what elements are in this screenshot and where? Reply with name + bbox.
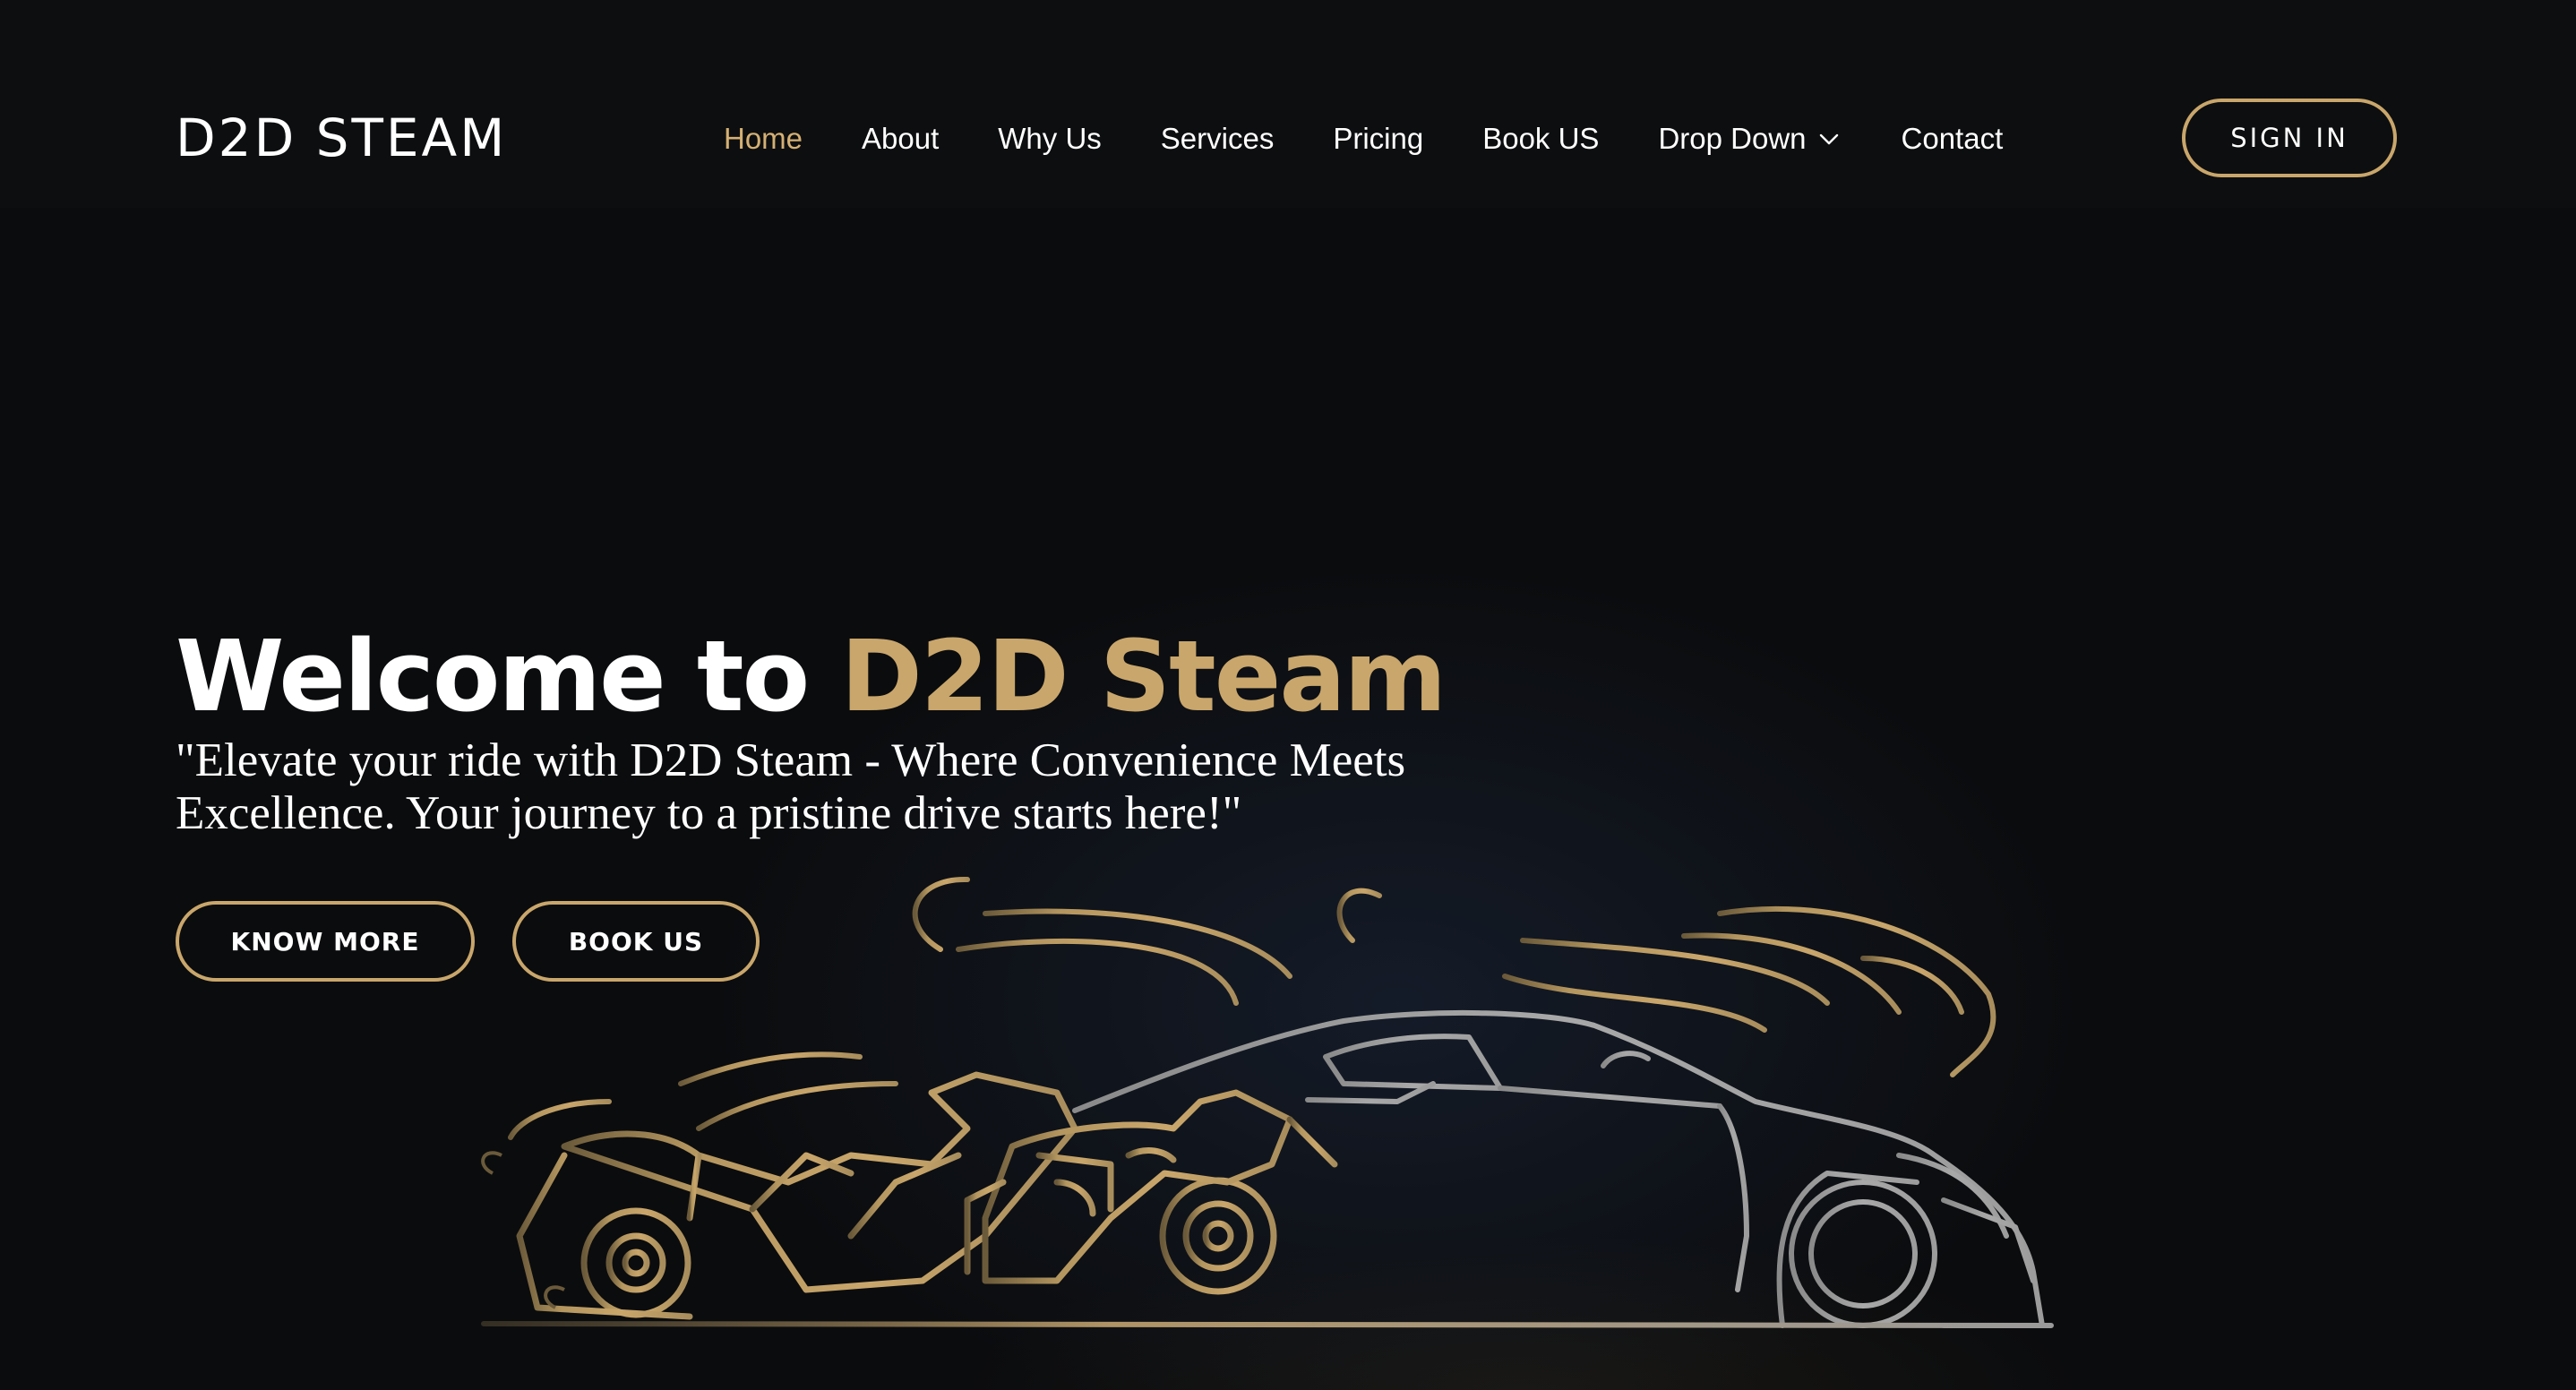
nav-services[interactable]: Services bbox=[1161, 122, 1275, 156]
nav-contact-label: Contact bbox=[1901, 122, 2004, 155]
nav-pricing-label: Pricing bbox=[1333, 122, 1424, 155]
nav-why-us-label: Why Us bbox=[998, 122, 1102, 155]
nav-services-label: Services bbox=[1160, 122, 1275, 155]
sign-in-button[interactable]: SIGN IN bbox=[2182, 99, 2397, 177]
nav-drop-down[interactable]: Drop Down bbox=[1658, 122, 1842, 156]
nav-home[interactable]: Home bbox=[724, 122, 803, 156]
hero-subtitle: "Elevate your ride with D2D Steam - Wher… bbox=[176, 734, 1406, 839]
site-header: D2D STEAM Home About Why Us Services Pri… bbox=[0, 0, 2576, 208]
nav-book-us-label: Book US bbox=[1482, 122, 1600, 155]
chevron-down-icon bbox=[1819, 133, 1838, 145]
main-nav: Home About Why Us Services Pricing Book … bbox=[724, 116, 2003, 161]
motorcycle-car-illustration bbox=[481, 876, 2054, 1328]
nav-contact[interactable]: Contact bbox=[1902, 122, 2004, 156]
hero-title-prefix: Welcome to bbox=[176, 619, 841, 734]
hero-title-highlight: D2D Steam bbox=[840, 619, 1447, 734]
hero-title: Welcome to D2D Steam bbox=[176, 618, 1447, 734]
nav-book-us[interactable]: Book US bbox=[1482, 122, 1599, 156]
nav-drop-down-label: Drop Down bbox=[1658, 122, 1807, 155]
logo[interactable]: D2D STEAM bbox=[176, 106, 507, 170]
nav-why-us[interactable]: Why Us bbox=[998, 122, 1102, 156]
nav-about[interactable]: About bbox=[862, 122, 939, 156]
nav-pricing[interactable]: Pricing bbox=[1333, 122, 1423, 156]
nav-home-label: Home bbox=[724, 122, 803, 155]
nav-about-label: About bbox=[862, 122, 940, 155]
